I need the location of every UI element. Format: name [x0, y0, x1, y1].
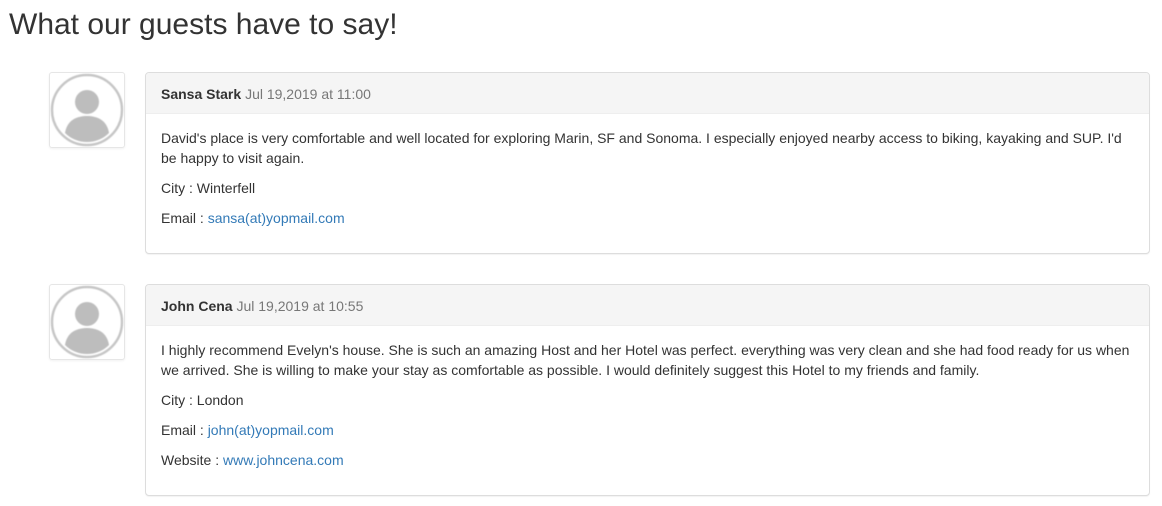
email-label: Email :: [161, 422, 208, 438]
email-label: Email :: [161, 210, 208, 226]
avatar-graphic: [50, 285, 124, 359]
review-panel: John Cena Jul 19,2019 at 10:55 I highly …: [145, 284, 1150, 496]
page-title: What our guests have to say!: [9, 8, 398, 41]
user-avatar-icon: [49, 284, 125, 360]
review-header: Sansa Stark Jul 19,2019 at 11:00: [146, 73, 1149, 114]
user-avatar-icon: [49, 72, 125, 148]
review-text: I highly recommend Evelyn's house. She i…: [161, 342, 1130, 378]
review-body: David's place is very comfortable and we…: [146, 114, 1149, 244]
website-label: Website :: [161, 452, 223, 468]
review-city: City : Winterfell: [161, 178, 1134, 198]
review-body: I highly recommend Evelyn's house. She i…: [146, 326, 1149, 486]
review-email: Email : sansa(at)yopmail.com: [161, 208, 1134, 228]
review-author: John Cena: [161, 298, 233, 314]
email-link[interactable]: john(at)yopmail.com: [208, 422, 334, 438]
review-date: Jul 19,2019 at 10:55: [236, 298, 364, 314]
review-text: David's place is very comfortable and we…: [161, 130, 1122, 166]
review-author: Sansa Stark: [161, 86, 242, 102]
review-date: Jul 19,2019 at 11:00: [245, 86, 371, 102]
city-value: London: [196, 392, 244, 408]
website-link[interactable]: www.johncena.com: [223, 452, 344, 468]
review-city: City : London: [161, 390, 1134, 410]
city-label: City :: [161, 180, 197, 196]
review-header: John Cena Jul 19,2019 at 10:55: [146, 285, 1149, 326]
review-email: Email : john(at)yopmail.com: [161, 420, 1134, 440]
review-website: Website : www.johncena.com: [161, 450, 1134, 470]
city-value: Winterfell: [196, 180, 256, 196]
city-label: City :: [161, 392, 197, 408]
reviews-page: What our guests have to say! Sansa Stark…: [0, 0, 1162, 506]
avatar-graphic: [50, 73, 124, 147]
email-link[interactable]: sansa(at)yopmail.com: [208, 210, 345, 226]
review-panel: Sansa Stark Jul 19,2019 at 11:00 David's…: [145, 72, 1150, 254]
